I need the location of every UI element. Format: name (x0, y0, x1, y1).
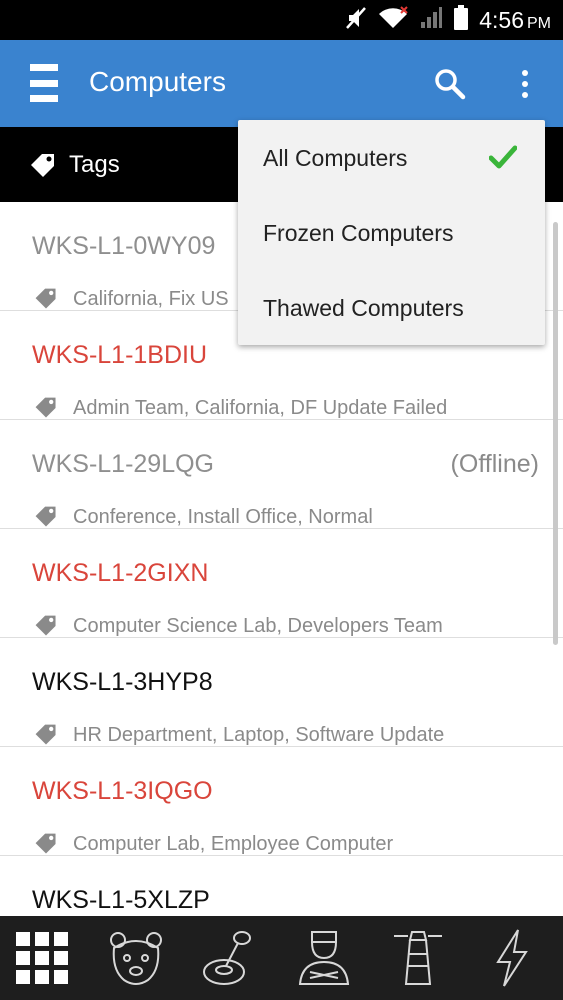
grid-icon[interactable] (10, 926, 74, 990)
computer-tags: Computer Lab, Employee Computer (73, 833, 394, 855)
signal-icon (419, 6, 443, 35)
offline-status: (Offline) (450, 450, 539, 478)
computer-tags: Admin Team, California, DF Update Failed (73, 397, 448, 419)
computer-name: WKS-L1-3HYP8 (32, 668, 213, 696)
computer-row[interactable]: WKS-L1-3HYP8 HR Department, Laptop, Soft… (0, 638, 563, 747)
menu-item-label: Thawed Computers (263, 295, 464, 321)
computer-name: WKS-L1-2GIXN (32, 559, 209, 587)
tags-label: Tags (69, 151, 120, 178)
clock: 4:56 PM (479, 6, 551, 33)
menu-item-frozen-computers[interactable]: Frozen Computers (238, 195, 545, 270)
wifi-icon (377, 5, 409, 35)
status-bar: 4:56 PM (0, 0, 563, 40)
menu-item-label: All Computers (263, 145, 408, 171)
search-icon[interactable] (432, 66, 468, 102)
menu-item-all-computers[interactable]: All Computers (238, 120, 545, 195)
tag-icon (28, 151, 58, 186)
more-options-icon[interactable] (514, 64, 536, 104)
checkmark-icon (488, 144, 518, 175)
mute-icon (345, 6, 367, 35)
page-title: Computers (89, 66, 226, 97)
menu-item-thawed-computers[interactable]: Thawed Computers (238, 270, 545, 345)
hamburger-menu-icon[interactable] (30, 64, 58, 102)
battery-icon (453, 4, 469, 36)
admin-icon[interactable] (292, 926, 356, 990)
computer-name: WKS-L1-0WY09 (32, 232, 216, 260)
status-icons: 4:56 PM (345, 0, 551, 40)
bear-icon[interactable] (104, 926, 168, 990)
computer-name: WKS-L1-3IQGO (32, 777, 213, 805)
menu-item-label: Frozen Computers (263, 220, 454, 246)
joystick-icon[interactable] (198, 926, 262, 990)
computer-tags: Conference, Install Office, Normal (73, 506, 373, 528)
computer-row[interactable]: WKS-L1-2GIXN Computer Science Lab, Devel… (0, 529, 563, 638)
bottom-nav (0, 916, 563, 1000)
lightning-icon[interactable] (480, 926, 544, 990)
computer-row[interactable]: WKS-L1-3IQGO Computer Lab, Employee Comp… (0, 747, 563, 856)
computer-row[interactable]: WKS-L1-5XLZP (0, 856, 563, 916)
computer-name: WKS-L1-1BDIU (32, 341, 208, 369)
filter-menu: All Computers Frozen Computers Thawed Co… (238, 120, 545, 345)
app-bar: Computers (0, 40, 563, 127)
computer-name: WKS-L1-29LQG (32, 450, 215, 478)
computer-tags: California, Fix US (73, 288, 229, 310)
lighthouse-icon[interactable] (386, 926, 450, 990)
computer-tags: HR Department, Laptop, Software Update (73, 724, 445, 746)
computer-name: WKS-L1-5XLZP (32, 886, 210, 914)
list-scrollbar[interactable] (553, 222, 558, 645)
computer-row[interactable]: WKS-L1-29LQG (Offline) Conference, Insta… (0, 420, 563, 529)
computer-tags: Computer Science Lab, Developers Team (73, 615, 443, 637)
